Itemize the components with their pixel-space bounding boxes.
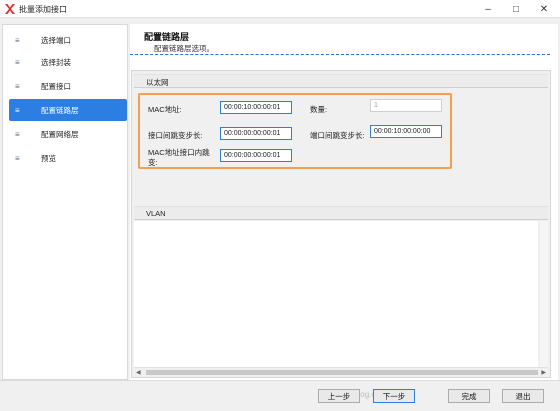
vlan-section-header[interactable]: VLAN — [134, 206, 548, 220]
title-divider — [130, 54, 550, 55]
window-titlebar: 批量添加接口 – □ ✕ — [0, 0, 560, 18]
app-logo-icon — [5, 4, 15, 14]
interface-step-label: 接口间跳变步长: — [148, 131, 203, 140]
sidebar-item-config-interface[interactable]: ≡ 配置接口 — [9, 75, 127, 97]
vlan-content-area — [134, 221, 538, 369]
sidebar-item-config-network-layer[interactable]: ≡ 配置网络层 — [9, 123, 127, 145]
wizard-sidebar: ≡ 选择端口 ≡ 选择封装 ≡ 配置接口 ≡ 配置链路层 ≡ 配置网络层 ≡ 预… — [2, 24, 128, 380]
close-button[interactable]: ✕ — [530, 0, 558, 18]
list-icon: ≡ — [15, 81, 20, 91]
ethernet-section-header[interactable]: 以太网 — [134, 74, 548, 88]
scroll-left-icon[interactable]: ◀ — [136, 369, 141, 376]
count-label: 数量: — [310, 105, 328, 114]
vertical-scrollbar[interactable] — [540, 221, 548, 367]
list-icon: ≡ — [15, 57, 20, 67]
mac-address-label: MAC地址: — [148, 105, 182, 114]
sidebar-item-label: 选择端口 — [41, 35, 71, 45]
sidebar-item-label: 预览 — [41, 153, 56, 163]
footer-bar: https://blog.csdn.net/... 上一步 下一步 完成 退出 — [0, 380, 560, 411]
page-subtitle: 配置链路层选项。 — [154, 44, 214, 53]
count-input[interactable]: 1 — [370, 99, 442, 112]
sidebar-item-select-port[interactable]: ≡ 选择端口 — [9, 29, 127, 51]
maximize-button[interactable]: □ — [502, 0, 530, 18]
list-icon: ≡ — [15, 105, 20, 115]
content-area: 以太网 MAC地址: 00:00:10:00:00:01 数量: 接口间跳变步长… — [131, 70, 551, 378]
list-icon: ≡ — [15, 153, 20, 163]
list-icon: ≡ — [15, 35, 20, 45]
sidebar-item-label: 配置网络层 — [41, 129, 79, 139]
page-title: 配置链路层 — [144, 32, 190, 42]
sidebar-item-label: 配置链路层 — [41, 105, 79, 115]
sidebar-item-label: 选择封装 — [41, 57, 71, 67]
port-step-label: 端口间跳变步长: — [310, 131, 365, 140]
sidebar-item-config-link-layer[interactable]: ≡ 配置链路层 — [9, 99, 127, 121]
minimize-icon: – — [485, 3, 491, 15]
port-step-input[interactable]: 00:00:10:00:00:00 — [370, 125, 442, 138]
horizontal-scrollbar[interactable]: ◀ ▶ — [134, 367, 548, 376]
window-title: 批量添加接口 — [19, 5, 67, 14]
maximize-icon: □ — [512, 3, 520, 15]
sidebar-item-label: 配置接口 — [41, 81, 71, 91]
finish-button[interactable]: 完成 — [448, 389, 490, 403]
main-panel: 配置链路层 配置链路层选项。 以太网 MAC地址: 00:00:10:00:00… — [130, 24, 558, 380]
minimize-button[interactable]: – — [474, 0, 502, 18]
ethernet-section-label: 以太网 — [146, 78, 169, 87]
prev-button[interactable]: 上一步 — [318, 389, 360, 403]
mac-interface-step-input[interactable]: 00:00:00:00:00:01 — [220, 149, 292, 162]
mac-interface-step-label-line2: 变: — [148, 158, 158, 167]
close-icon: ✕ — [539, 3, 549, 15]
next-button[interactable]: 下一步 — [373, 389, 415, 403]
exit-button[interactable]: 退出 — [502, 389, 544, 403]
sidebar-item-preview[interactable]: ≡ 预览 — [9, 147, 127, 169]
interface-step-input[interactable]: 00:00:00:00:00:01 — [220, 127, 292, 140]
scrollbar-thumb[interactable] — [146, 370, 538, 375]
scroll-right-icon[interactable]: ▶ — [541, 369, 546, 376]
sidebar-item-select-encap[interactable]: ≡ 选择封装 — [9, 51, 127, 73]
mac-address-input[interactable]: 00:00:10:00:00:01 — [220, 101, 292, 114]
vlan-section-label: VLAN — [146, 209, 166, 218]
list-icon: ≡ — [15, 129, 20, 139]
